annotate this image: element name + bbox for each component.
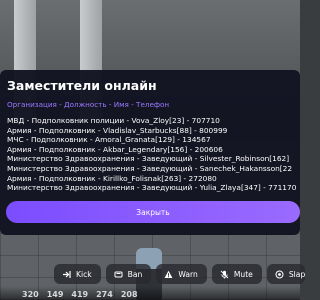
slap-label: Slap (288, 269, 306, 279)
list-item: МЧС - Подполковник - Amoral_Granata[129]… (7, 135, 211, 145)
stat-value: 149 (46, 290, 64, 299)
list-item: Армия - Подполковник - Akbar_Legendary[1… (7, 144, 223, 154)
ban-icon (114, 270, 123, 279)
stat-value: 208 (120, 290, 138, 299)
kick-button[interactable]: Kick (54, 264, 101, 284)
warn-button[interactable]: Warn (156, 264, 207, 284)
list-item: МВД - Подполковник полиции - Vova_Zloy[2… (7, 116, 220, 125)
stat-value: 274 (96, 290, 113, 299)
kick-label: Kick (76, 269, 92, 279)
close-button[interactable]: Закрыть (6, 201, 300, 223)
mute-icon (220, 270, 229, 279)
admin-action-bar: Kick Ban Warn Mute Slap (54, 264, 306, 284)
stat-value: 320 (22, 290, 39, 299)
warn-label: Warn (178, 269, 198, 279)
list-item: Министерство Здравоохранения - Заведующи… (7, 163, 293, 173)
list-item: Министерство Здравоохранения - Заведующи… (7, 154, 290, 164)
stats-readout: 320 149 419 274 208 (22, 290, 138, 299)
list-item: Армия - Подполковник - Kirillko_Folisnak… (7, 173, 217, 183)
slap-icon (275, 270, 284, 279)
deputies-online-dialog: Заместители онлайн Организация - Должнос… (0, 70, 300, 235)
kick-icon (62, 270, 71, 279)
slap-button[interactable]: Slap (266, 264, 306, 284)
deputies-list: МВД - Подполковник полиции - Vova_Zloy[2… (7, 116, 300, 193)
ban-label: Ban (127, 269, 143, 279)
dialog-subtitle: Организация - Должность - Имя - Телефон (7, 100, 170, 109)
list-item: Министерство Здравоохранения - Заведующи… (7, 183, 297, 193)
warning-icon (164, 270, 173, 279)
mute-label: Mute (233, 269, 253, 279)
mute-button[interactable]: Mute (211, 264, 262, 284)
ban-button[interactable]: Ban (105, 264, 152, 284)
list-item: Армия - Подполковник - Vladislav_Starbuc… (7, 125, 228, 135)
stat-value: 419 (71, 290, 89, 299)
dialog-title: Заместители онлайн (7, 78, 157, 93)
